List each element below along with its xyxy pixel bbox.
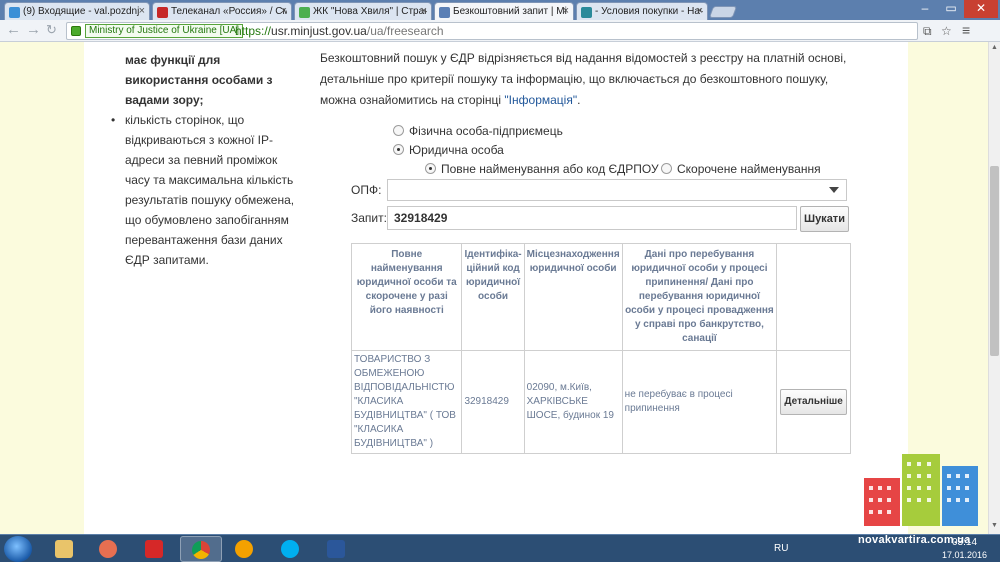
- maximize-icon[interactable]: ▭: [938, 0, 964, 18]
- lock-icon: [71, 26, 81, 36]
- chevron-down-icon: [829, 187, 839, 193]
- tab-free-search[interactable]: Безкоштовний запит | Мі ×: [434, 2, 574, 20]
- taskbar-mail-agent[interactable]: [224, 536, 266, 562]
- close-icon[interactable]: ×: [421, 5, 427, 17]
- taskbar-explorer[interactable]: [44, 536, 86, 562]
- mail-icon: [9, 7, 20, 18]
- details-button[interactable]: Детальніше: [780, 389, 848, 415]
- query-label: Запит:: [351, 211, 387, 225]
- column-header: Ідентифіка-ційний код юридичної особи: [461, 243, 525, 351]
- page-viewport: має функції для використання особами з в…: [0, 42, 988, 534]
- cell-code: 32918429: [461, 350, 525, 454]
- close-icon[interactable]: ×: [281, 5, 287, 17]
- menu-icon[interactable]: ≡: [962, 22, 970, 38]
- bar-chart-icon: [299, 7, 310, 18]
- language-indicator[interactable]: RU: [774, 543, 788, 554]
- app-icon: [145, 540, 163, 558]
- tab-purchase-terms[interactable]: - Условия покупки - Начи ×: [576, 2, 708, 20]
- radio-button[interactable]: [393, 125, 404, 136]
- query-input[interactable]: 32918429: [387, 206, 797, 230]
- star-icon[interactable]: ☆: [941, 24, 952, 38]
- word-icon: [327, 540, 345, 558]
- opf-label: ОПФ:: [351, 183, 382, 197]
- chrome-icon: [192, 541, 210, 559]
- forward-arrow-icon[interactable]: →: [26, 22, 41, 38]
- radio-button-selected[interactable]: [425, 163, 436, 174]
- results-table: Повне найменування юридичної особи та ск…: [350, 243, 851, 454]
- restrictions-list: має функції для використання особами з в…: [108, 50, 298, 270]
- at-sign-icon: [235, 540, 253, 558]
- info-link[interactable]: "Інформація": [504, 93, 577, 107]
- clock-date: 17.01.2016: [942, 550, 988, 560]
- opf-select[interactable]: [387, 179, 847, 201]
- list-item: кількість сторінок, що відкриваються з к…: [108, 110, 298, 270]
- column-header: [776, 243, 851, 351]
- back-arrow-icon[interactable]: ←: [6, 22, 21, 38]
- scroll-up-arrow-icon[interactable]: ▲: [991, 44, 998, 51]
- windows-taskbar: RU 03:14 17.01.2016: [0, 534, 1000, 562]
- scroll-down-arrow-icon[interactable]: ▼: [991, 522, 998, 529]
- url-text: https://usr.minjust.gov.ua/ua/freesearch: [235, 24, 444, 38]
- wave-icon: [581, 7, 592, 18]
- building-blue: [942, 466, 978, 526]
- column-header: Місцезнаходження юридичної особи: [523, 243, 623, 351]
- minimize-icon[interactable]: –: [912, 0, 938, 18]
- radio-button-selected[interactable]: [393, 144, 404, 155]
- column-header: Повне найменування юридичної особи та ск…: [350, 243, 463, 351]
- close-icon[interactable]: ×: [697, 5, 703, 17]
- search-button[interactable]: Шукати: [800, 206, 849, 232]
- address-bar[interactable]: Ministry of Justice of Ukraine [UA] http…: [66, 22, 918, 40]
- vertical-scrollbar[interactable]: ▲ ▼: [988, 42, 1000, 534]
- table-header-row: Повне найменування юридичної особи та ск…: [350, 243, 851, 351]
- taskbar-word[interactable]: [316, 536, 358, 562]
- radio-button[interactable]: [661, 163, 672, 174]
- taskbar-media-player[interactable]: [88, 536, 130, 562]
- building-red: [864, 478, 900, 526]
- tab-inbox[interactable]: (9) Входящие - val.pozdnj ×: [4, 2, 150, 20]
- browser-toolbar: ← → ↻ Ministry of Justice of Ukraine [UA…: [0, 20, 1000, 42]
- intro-paragraph: Безкоштовний пошук у ЄДР відрізняється в…: [320, 51, 847, 107]
- channel-one-icon: [157, 7, 168, 18]
- tab-nova-hvylia[interactable]: ЖК "Нова Хвиля" | Стран ×: [294, 2, 432, 20]
- tab-russia-tv[interactable]: Телеканал «Россия» / Сме ×: [152, 2, 292, 20]
- column-header: Дані про перебування юридичної особи у п…: [621, 243, 778, 351]
- cell-status: не перебуває в процесі припинення: [621, 350, 778, 454]
- cell-company-name: ТОВАРИСТВО З ОБМЕЖЕНОЮ ВІДПОВІДАЛЬНІСТЮ …: [350, 350, 463, 454]
- browser-tab-strip: (9) Входящие - val.pozdnj × Телеканал «Р…: [0, 0, 1000, 20]
- watermark-text: novakvartira.com.ua: [858, 534, 971, 546]
- window-close-icon[interactable]: ✕: [964, 0, 998, 18]
- taskbar-chrome[interactable]: [180, 536, 222, 562]
- building-green: [902, 454, 940, 526]
- close-icon[interactable]: ×: [139, 5, 145, 17]
- scrollbar-thumb[interactable]: [990, 166, 999, 356]
- new-tab-button[interactable]: [708, 6, 738, 18]
- close-icon[interactable]: ×: [563, 5, 569, 17]
- skype-icon: [281, 540, 299, 558]
- table-row: ТОВАРИСТВО З ОБМЕЖЕНОЮ ВІДПОВІДАЛЬНІСТЮ …: [350, 350, 851, 454]
- folder-icon: [55, 540, 73, 558]
- reload-icon[interactable]: ↻: [46, 22, 57, 38]
- translate-icon[interactable]: ⧉: [923, 24, 932, 39]
- ev-certificate-badge[interactable]: Ministry of Justice of Ukraine [UA]: [85, 24, 244, 38]
- start-button[interactable]: [4, 536, 32, 562]
- cell-address: 02090, м.Київ, ХАРКІВСЬКЕ ШОСЕ, будинок …: [523, 350, 623, 454]
- taskbar-app[interactable]: [134, 536, 176, 562]
- taskbar-skype[interactable]: [270, 536, 312, 562]
- ukraine-trident-icon: [439, 7, 450, 18]
- novakvartira-logo: [864, 454, 978, 526]
- media-player-icon: [99, 540, 117, 558]
